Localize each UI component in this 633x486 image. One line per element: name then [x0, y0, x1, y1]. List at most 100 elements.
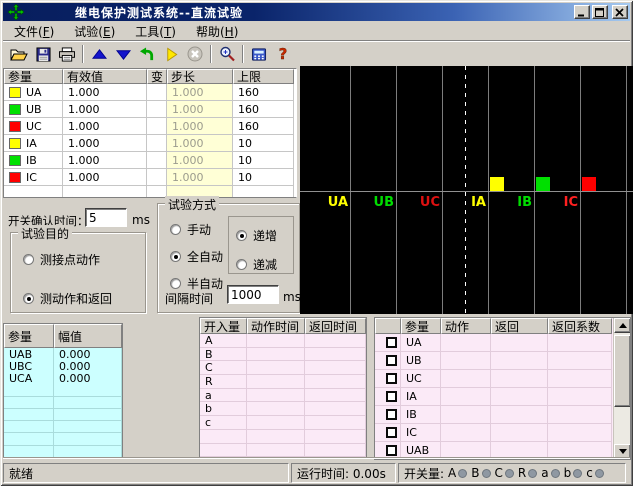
table-row[interactable] [4, 397, 122, 409]
table-row[interactable]: A [200, 334, 366, 348]
test-mode-option[interactable]: 全自动 [170, 248, 223, 265]
table-row[interactable] [4, 409, 122, 421]
test-mode-title: 试验方式 [165, 196, 219, 213]
var-cell[interactable] [147, 101, 167, 118]
limit-cell[interactable]: 10 [233, 169, 294, 186]
table-row[interactable]: IB [375, 406, 630, 424]
parameter-checkbox[interactable] [386, 337, 397, 348]
table-row[interactable]: UC1.0001.000160 [4, 118, 296, 135]
svg-text:?: ? [279, 46, 288, 62]
table-row[interactable]: IB1.0001.00010 [4, 152, 296, 169]
table-row[interactable] [4, 421, 122, 433]
table-row[interactable]: UC [375, 370, 630, 388]
table-row[interactable] [4, 433, 122, 445]
parameter-checkbox[interactable] [386, 373, 397, 384]
help-button[interactable]: ? [271, 43, 295, 65]
scrollbar-thumb[interactable] [614, 335, 631, 407]
column-header: 参量 [401, 318, 441, 334]
test-purpose-radio[interactable] [23, 254, 34, 265]
table-row[interactable]: UB1.0001.000160 [4, 101, 296, 118]
undo-button[interactable] [135, 43, 159, 65]
var-cell[interactable] [147, 135, 167, 152]
column-header: 参量 [4, 69, 63, 84]
maximize-button[interactable] [592, 5, 608, 19]
table-row[interactable]: UAB0.000 [4, 348, 122, 360]
value-cell[interactable]: 1.000 [63, 101, 147, 118]
test-purpose-label: 测动作和返回 [40, 290, 112, 307]
test-mode-radio[interactable] [170, 278, 181, 289]
limit-cell[interactable]: 10 [233, 152, 294, 169]
var-cell[interactable] [147, 169, 167, 186]
menu-item-file[interactable]: 文件(F) [6, 21, 62, 42]
limit-cell[interactable]: 160 [233, 101, 294, 118]
close-button[interactable] [612, 5, 628, 19]
table-row[interactable] [200, 444, 366, 458]
var-cell[interactable] [147, 118, 167, 135]
table-row[interactable]: c [200, 416, 366, 430]
limit-cell[interactable]: 160 [233, 84, 294, 101]
interval-input[interactable] [227, 285, 279, 304]
parameter-checkbox[interactable] [386, 391, 397, 402]
parameter-cell: IC [401, 424, 441, 442]
test-purpose-option[interactable]: 测接点动作 [23, 251, 112, 268]
parameter-checkbox[interactable] [386, 445, 397, 456]
table-row[interactable]: UA1.0001.000160 [4, 84, 296, 101]
test-mode-radio[interactable] [170, 224, 181, 235]
table-row[interactable]: b [200, 402, 366, 416]
var-cell[interactable] [147, 84, 167, 101]
parameter-checkbox[interactable] [386, 409, 397, 420]
value-cell[interactable]: 1.000 [63, 169, 147, 186]
test-purpose-radio[interactable] [23, 293, 34, 304]
save-button[interactable] [31, 43, 55, 65]
action-cell [441, 352, 491, 370]
direction-option[interactable]: 递减 [236, 256, 277, 273]
start-button[interactable] [159, 43, 183, 65]
parameter-checkbox[interactable] [386, 355, 397, 366]
table-row[interactable]: IA1.0001.00010 [4, 135, 296, 152]
minimize-button[interactable] [574, 5, 590, 19]
table-row[interactable]: UBC0.000 [4, 360, 122, 372]
value-cell[interactable]: 1.000 [63, 152, 147, 169]
step-down-button[interactable] [111, 43, 135, 65]
table-row[interactable]: IC1.0001.00010 [4, 169, 296, 186]
empty-cell [4, 186, 63, 198]
table-row[interactable]: B [200, 348, 366, 362]
value-cell[interactable]: 1.000 [63, 118, 147, 135]
switch-confirm-input[interactable] [85, 208, 127, 227]
test-mode-option[interactable]: 手动 [170, 221, 223, 238]
value-cell[interactable]: 1.000 [63, 135, 147, 152]
print-button[interactable] [55, 43, 79, 65]
table-row[interactable]: IC [375, 424, 630, 442]
direction-radio[interactable] [236, 230, 247, 241]
scroll-up-button[interactable] [614, 318, 631, 333]
table-row[interactable]: C [200, 361, 366, 375]
value-cell[interactable]: 1.000 [63, 84, 147, 101]
table-row[interactable]: IA [375, 388, 630, 406]
menu-item-tools[interactable]: 工具(T) [127, 21, 184, 42]
step-up-button[interactable] [87, 43, 111, 65]
direction-radio[interactable] [236, 259, 247, 270]
table-row[interactable]: UB [375, 352, 630, 370]
direction-option[interactable]: 递增 [236, 227, 277, 244]
parameter-checkbox[interactable] [386, 427, 397, 438]
menu-item-test[interactable]: 试验(E) [66, 21, 123, 42]
table-row[interactable] [4, 385, 122, 397]
zoom-button[interactable] [215, 43, 239, 65]
test-purpose-option[interactable]: 测动作和返回 [23, 290, 112, 307]
limit-cell[interactable]: 10 [233, 135, 294, 152]
test-mode-radio[interactable] [170, 251, 181, 262]
menu-item-help[interactable]: 帮助(H) [188, 21, 246, 42]
open-button[interactable] [7, 43, 31, 65]
limit-cell[interactable]: 160 [233, 118, 294, 135]
table-row[interactable]: UA [375, 334, 630, 352]
vertical-scrollbar[interactable] [613, 318, 630, 459]
table-row[interactable] [200, 430, 366, 444]
calculator-button[interactable] [247, 43, 271, 65]
parameter-label: IC [26, 171, 37, 184]
table-row[interactable]: a [200, 389, 366, 403]
var-cell[interactable] [147, 152, 167, 169]
return-cell [491, 334, 548, 352]
table-row[interactable] [4, 446, 122, 458]
table-row[interactable]: R [200, 375, 366, 389]
table-row[interactable]: UCA0.000 [4, 372, 122, 384]
